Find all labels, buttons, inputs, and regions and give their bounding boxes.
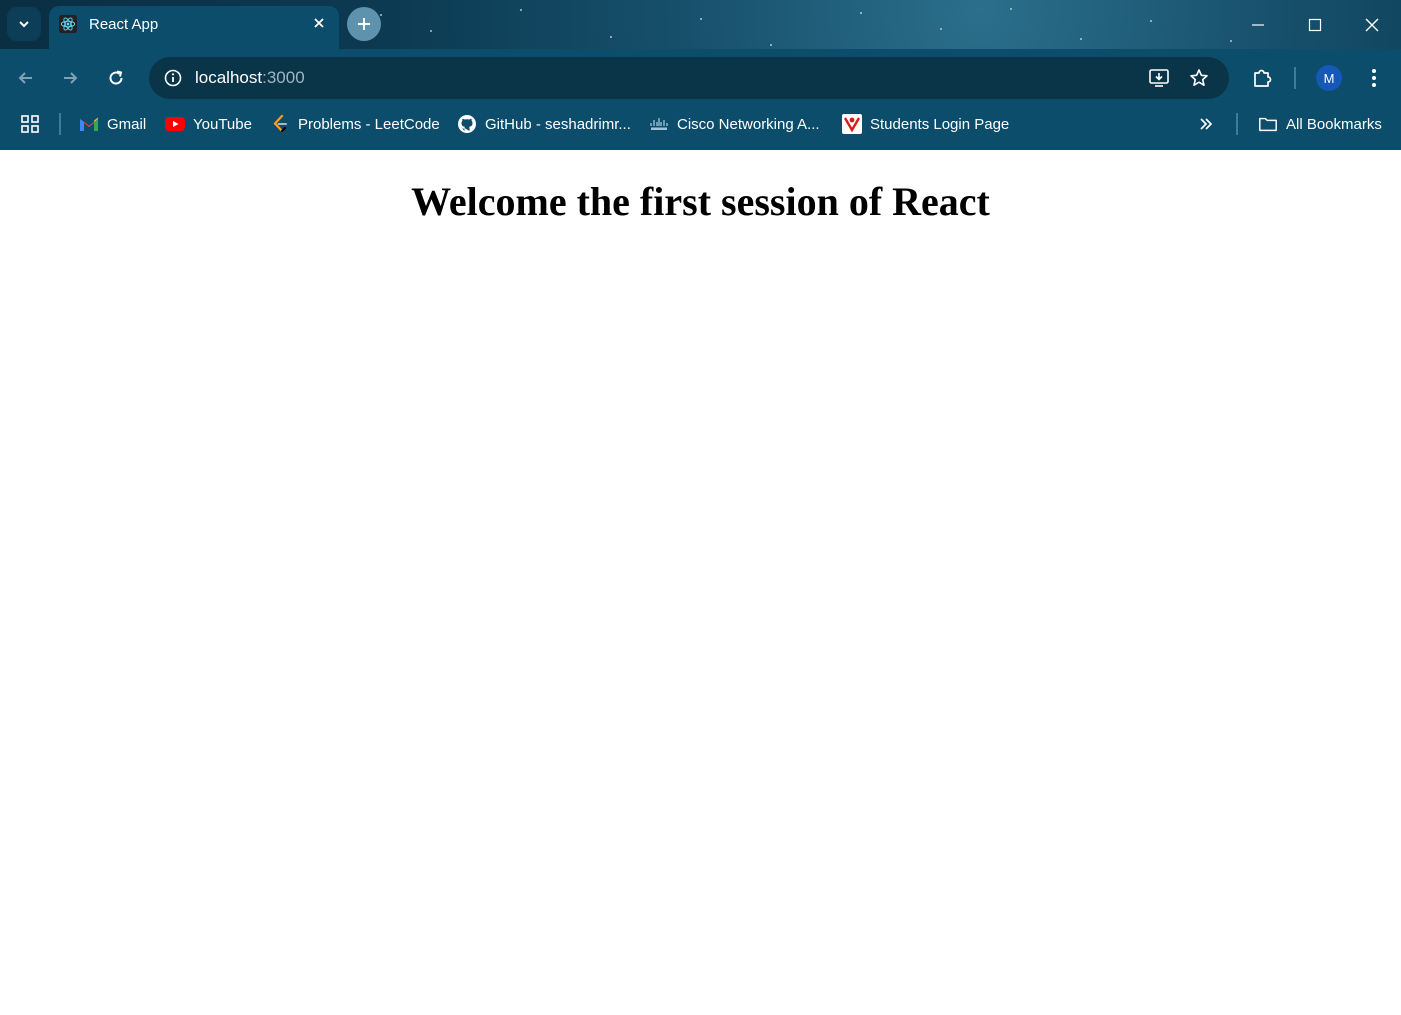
url-host: localhost	[195, 68, 263, 87]
bookmark-cisco[interactable]: Cisco Networking A...	[649, 105, 820, 143]
bookmarks-divider	[59, 113, 61, 135]
bookmark-youtube[interactable]: YouTube	[165, 105, 252, 143]
bookmark-label: Students Login Page	[870, 115, 1010, 133]
chevron-down-icon	[19, 21, 29, 28]
profile-avatar[interactable]: M	[1316, 65, 1342, 91]
react-icon	[59, 15, 77, 33]
apps-button[interactable]	[20, 105, 40, 143]
folder-icon	[1258, 114, 1278, 134]
bookmark-students-login[interactable]: Students Login Page	[842, 105, 1009, 143]
minimize-button[interactable]	[1230, 0, 1286, 49]
info-icon	[164, 69, 182, 87]
gmail-icon	[79, 114, 99, 134]
page-heading: Welcome the first session of React	[411, 179, 990, 224]
bookmark-label: GitHub - seshadrimr...	[485, 115, 631, 133]
bookmark-label: YouTube	[193, 115, 252, 133]
maximize-icon	[1308, 18, 1322, 31]
youtube-icon	[165, 114, 185, 134]
chevron-double-right-icon	[1200, 118, 1213, 130]
close-icon	[1365, 18, 1379, 31]
all-bookmarks-button[interactable]: All Bookmarks	[1258, 105, 1382, 143]
new-tab-button[interactable]	[347, 7, 381, 41]
window-close-button[interactable]	[1344, 0, 1400, 49]
tab-react-app[interactable]: React App	[49, 6, 339, 49]
toolbar-divider	[1294, 67, 1296, 89]
forward-button[interactable]	[52, 60, 88, 96]
bookmark-label: Problems - LeetCode	[298, 115, 440, 133]
tab-title: React App	[89, 16, 159, 33]
bookmark-gmail[interactable]: Gmail	[79, 105, 146, 143]
bookmark-star-button[interactable]	[1187, 66, 1211, 90]
leetcode-icon	[270, 114, 290, 134]
bookmarks-overflow-button[interactable]	[1198, 105, 1214, 143]
bookmark-leetcode[interactable]: Problems - LeetCode	[270, 105, 440, 143]
page-content: Welcome the first session of React	[0, 150, 1401, 1015]
tab-close-button[interactable]	[309, 13, 329, 33]
close-icon	[314, 18, 324, 28]
arrow-right-icon	[64, 72, 78, 84]
url-text: localhost:3000	[195, 68, 305, 88]
install-app-button[interactable]	[1147, 66, 1171, 90]
bookmark-label: Cisco Networking A...	[677, 115, 820, 133]
bookmark-github[interactable]: GitHub - seshadrimr...	[457, 105, 631, 143]
bookmark-label: Gmail	[107, 115, 147, 133]
plus-icon	[358, 18, 370, 30]
github-icon	[457, 114, 477, 134]
all-bookmarks-label: All Bookmarks	[1286, 115, 1382, 133]
arrow-left-icon	[18, 72, 32, 84]
url-port: :3000	[262, 68, 305, 87]
apps-grid-icon	[21, 115, 39, 133]
browser-frame: React App localhost:3000 M Gmail YouTube…	[0, 0, 1401, 150]
menu-button[interactable]	[1356, 60, 1392, 96]
star-icon	[1190, 69, 1208, 86]
tab-search-button[interactable]	[7, 7, 41, 41]
maximize-button[interactable]	[1287, 0, 1343, 49]
cisco-icon	[649, 114, 669, 134]
reload-button[interactable]	[98, 60, 134, 96]
address-bar[interactable]: localhost:3000	[149, 57, 1229, 99]
tab-strip: React App	[0, 0, 1401, 49]
more-vertical-icon	[1372, 69, 1376, 87]
site-info-button[interactable]	[159, 64, 187, 92]
extensions-button[interactable]	[1244, 60, 1280, 96]
install-icon	[1149, 69, 1169, 87]
back-button[interactable]	[8, 60, 44, 96]
puzzle-icon	[1254, 69, 1272, 87]
minimize-icon	[1252, 23, 1264, 26]
bookmarks-bar: Gmail YouTube Problems - LeetCode GitHub…	[0, 105, 1401, 143]
bookmarks-divider	[1236, 113, 1238, 135]
reload-icon	[109, 70, 123, 85]
students-icon	[842, 114, 862, 134]
